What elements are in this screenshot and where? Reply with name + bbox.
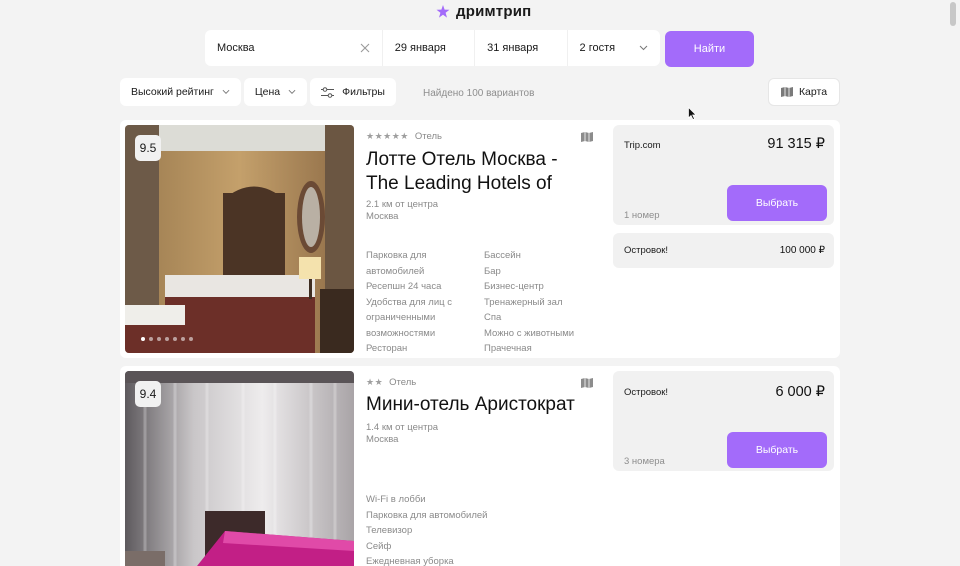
map-icon: [780, 87, 793, 97]
pagination-dot[interactable]: [181, 337, 185, 341]
photo-pagination[interactable]: [141, 337, 193, 341]
chevron-down-icon: [288, 89, 296, 94]
checkout-field[interactable]: 31 января: [475, 30, 566, 66]
chevron-down-icon: [222, 89, 230, 94]
star-logo-icon: [436, 4, 450, 18]
hotel-distance: 2.1 км от центра: [366, 199, 439, 210]
amenity: Ресепшн 24 часа: [366, 281, 442, 292]
sliders-icon: [321, 86, 335, 98]
amenity: Бизнес-центр: [484, 281, 544, 292]
hotel-photo[interactable]: 9.4: [125, 371, 354, 566]
hotel-name[interactable]: Лотте Отель Москва - The Leading Hotels …: [366, 148, 586, 196]
guests-field[interactable]: 2 гостя: [568, 30, 660, 66]
sort-label: Высокий рейтинг: [131, 86, 214, 98]
clear-icon[interactable]: [360, 43, 370, 53]
hotel-photo[interactable]: 9.5: [125, 125, 354, 353]
offer-rooms: 3 номера: [624, 456, 665, 467]
pagination-dot[interactable]: [141, 337, 145, 341]
page-scrollbar[interactable]: [948, 0, 958, 566]
filters-button[interactable]: Фильтры: [310, 78, 396, 106]
brand-logo[interactable]: дримтрип: [436, 3, 531, 20]
offer-provider: Островок!: [624, 245, 669, 256]
amenity: Спа: [484, 312, 502, 323]
hotel-card[interactable]: 9.4 ★★ Отель Мини-отель Аристократ 1.4 к…: [120, 366, 840, 566]
offer-card[interactable]: Trip.com 91 315 ₽ 1 номер Выбрать: [613, 125, 834, 225]
amenities-right: Бассейн Бар Бизнес-центр Тренажерный зал…: [484, 248, 599, 357]
search-bar: Москва 29 января 31 января 2 гостя: [205, 30, 660, 66]
brand-name: дримтрип: [456, 3, 532, 20]
city-field[interactable]: Москва: [205, 30, 382, 66]
amenity: Телевизор: [366, 525, 413, 536]
amenity: Парковка для автомобилей: [366, 509, 488, 521]
offer-provider: Trip.com: [624, 140, 661, 151]
rating-badge: 9.5: [135, 135, 161, 161]
pagination-dot[interactable]: [173, 337, 177, 341]
pagination-dot[interactable]: [157, 337, 161, 341]
hotel-city: Москва: [366, 434, 399, 445]
pagination-dot[interactable]: [149, 337, 153, 341]
amenity: Удобства для лиц с ограниченными возможн…: [366, 296, 452, 339]
map-label: Карта: [798, 86, 828, 98]
hotel-class: ★★ Отель: [366, 377, 416, 388]
map-button[interactable]: Карта: [768, 78, 840, 106]
hotel-type: Отель: [389, 377, 417, 388]
pagination-dot[interactable]: [165, 337, 169, 341]
hotel-class: ★★★★★ Отель: [366, 131, 442, 142]
guests-value: 2 гостя: [579, 42, 616, 54]
checkin-field[interactable]: 29 января: [383, 30, 474, 66]
amenity: Ежедневная уборка: [366, 556, 454, 566]
price-dropdown[interactable]: Цена: [243, 78, 308, 106]
hotel-card[interactable]: 9.5 ★★★★★ Отель Лотте Отель Москва - The…: [120, 120, 840, 358]
filters-label: Фильтры: [342, 86, 385, 98]
hotel-distance: 1.4 км от центра: [366, 422, 439, 433]
scrollbar-thumb[interactable]: [950, 2, 956, 26]
amenity: Парковка для автомобилей: [366, 250, 427, 277]
offer-price: 100 000 ₽: [779, 245, 825, 256]
amenity: Тренажерный зал: [484, 296, 563, 308]
results-count: Найдено 100 вариантов: [423, 88, 535, 99]
offer-rooms: 1 номер: [624, 210, 660, 221]
amenity: Бар: [484, 265, 501, 277]
city-value: Москва: [217, 42, 255, 54]
amenity: Бассейн: [484, 250, 521, 261]
chevron-down-icon: [639, 45, 648, 51]
offer-price: 91 315 ₽: [767, 136, 825, 152]
hotel-type: Отель: [414, 131, 442, 142]
amenity: Можно с животными: [484, 327, 575, 339]
mouse-cursor-icon: [688, 107, 697, 120]
filters-row: Высокий рейтинг Цена Фильтры: [120, 78, 396, 106]
select-offer-button[interactable]: Выбрать: [727, 432, 827, 468]
offer-card[interactable]: Островок! 6 000 ₽ 3 номера Выбрать: [613, 371, 834, 471]
checkin-value: 29 января: [394, 42, 446, 54]
offer-provider: Островок!: [624, 387, 669, 398]
amenities-left: Wi-Fi в лобби Парковка для автомобилей Т…: [366, 492, 526, 566]
price-label: Цена: [254, 86, 281, 98]
hotel-city: Москва: [366, 211, 399, 222]
stars-icon: ★★: [366, 377, 384, 387]
stars-icon: ★★★★★: [366, 131, 409, 141]
pagination-dot[interactable]: [189, 337, 193, 341]
rating-badge: 9.4: [135, 381, 161, 407]
hotel-name[interactable]: Мини-отель Аристократ: [366, 393, 616, 417]
sort-dropdown[interactable]: Высокий рейтинг: [120, 78, 241, 106]
show-on-map-icon[interactable]: [581, 132, 593, 142]
offer-price: 6 000 ₽: [775, 384, 825, 400]
offer-card[interactable]: Островок! 100 000 ₽: [613, 233, 834, 268]
amenities-left: Парковка для автомобилей Ресепшн 24 часа…: [366, 248, 481, 357]
search-button[interactable]: Найти: [665, 31, 754, 67]
amenity: Ресторан: [366, 343, 408, 354]
amenity: Сейф: [366, 540, 392, 552]
select-offer-button[interactable]: Выбрать: [727, 185, 827, 221]
amenity: Прачечная: [484, 343, 532, 354]
amenity: Wi-Fi в лобби: [366, 494, 426, 505]
show-on-map-icon[interactable]: [581, 378, 593, 388]
checkout-value: 31 января: [487, 42, 539, 54]
